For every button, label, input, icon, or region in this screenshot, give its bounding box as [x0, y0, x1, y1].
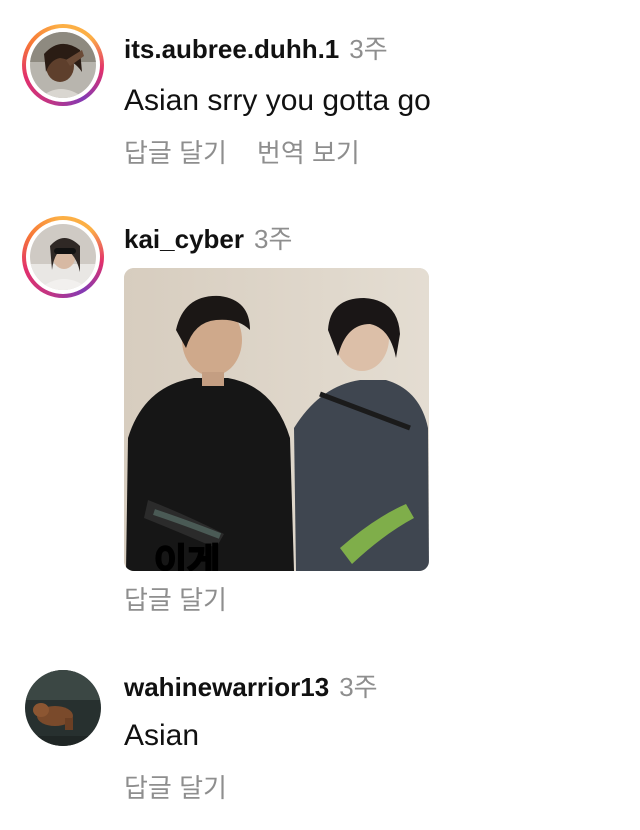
username[interactable]: kai_cyber [124, 224, 244, 254]
avatar-story-ring[interactable] [22, 24, 104, 106]
username[interactable]: its.aubree.duhh.1 [124, 34, 339, 64]
timestamp: 3주 [339, 672, 378, 702]
reply-button[interactable]: 답글 달기 [124, 773, 227, 803]
translate-button[interactable]: 번역 보기 [257, 138, 360, 168]
comment-actions: 답글 달기 [124, 773, 257, 803]
comment-text: Asian srry you gotta go [124, 84, 431, 117]
comment-header: kai_cyber 3주 [124, 224, 292, 254]
comment-header: its.aubree.duhh.1 3주 [124, 34, 388, 64]
attached-image[interactable]: 이게 [124, 268, 429, 571]
comment-header: wahinewarrior13 3주 [124, 672, 378, 702]
media-caption: 이게 [154, 542, 220, 571]
avatar [30, 32, 96, 98]
avatar-dog-photo [25, 670, 101, 746]
username[interactable]: wahinewarrior13 [124, 672, 329, 702]
comment-actions: 답글 달기 [124, 585, 257, 615]
timestamp: 3주 [349, 34, 388, 64]
reply-button[interactable]: 답글 달기 [124, 138, 227, 168]
reply-button[interactable]: 답글 달기 [124, 585, 227, 615]
photo-two-people: 이게 [124, 268, 429, 571]
avatar[interactable] [25, 670, 101, 746]
comment-actions: 답글 달기 번역 보기 [124, 138, 390, 168]
avatar-story-ring[interactable] [22, 216, 104, 298]
avatar [30, 224, 96, 290]
timestamp: 3주 [253, 224, 293, 254]
comment-text: Asian [124, 719, 200, 752]
